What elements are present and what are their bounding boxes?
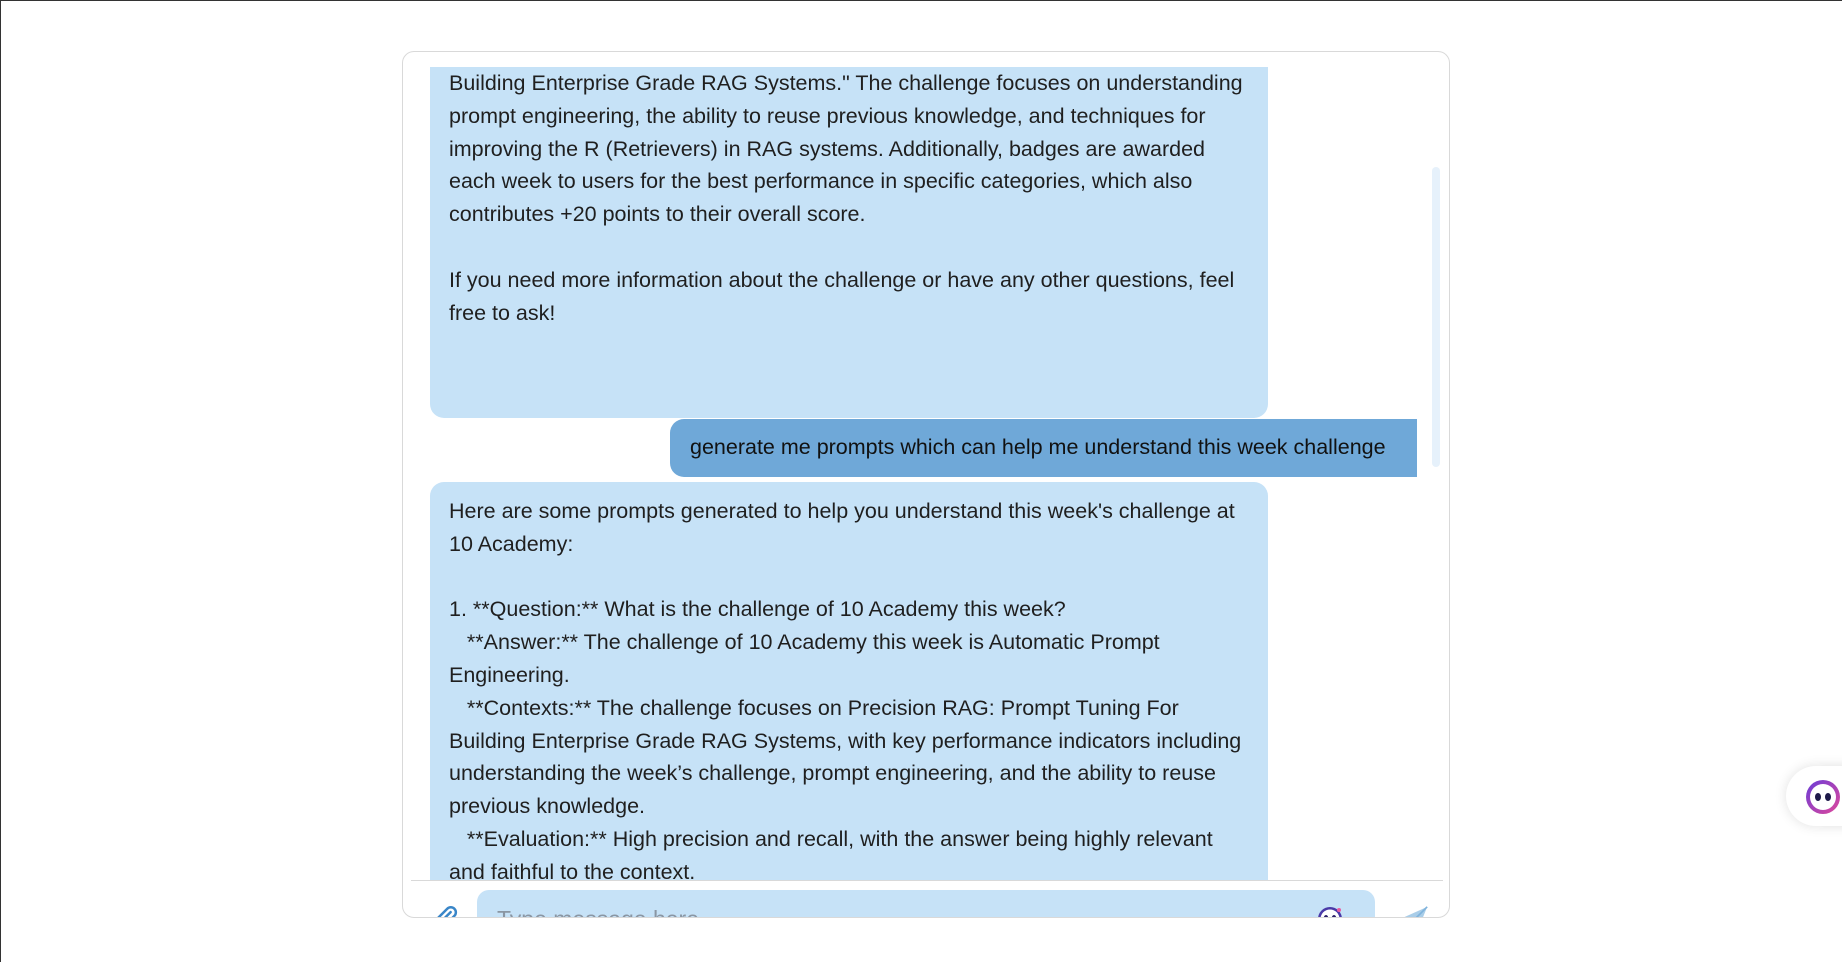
bot-message: Building Enterprise Grade RAG Systems." … [430, 67, 1268, 418]
paperclip-icon [437, 906, 458, 917]
bot-avatar-icon[interactable] [1314, 902, 1346, 918]
bot-avatar-icon [1806, 780, 1840, 814]
attach-button[interactable] [427, 901, 463, 917]
floating-chat-launcher[interactable] [1786, 766, 1842, 826]
send-icon [1404, 906, 1428, 917]
message-input[interactable] [497, 890, 1297, 917]
message-input-wrapper [477, 890, 1375, 918]
scrollbar[interactable] [1432, 167, 1440, 467]
user-message: generate me prompts which can help me un… [670, 419, 1417, 477]
composer-divider [411, 880, 1443, 881]
bot-message: Here are some prompts generated to help … [430, 482, 1268, 880]
send-button[interactable] [1393, 901, 1433, 917]
chat-window: Building Enterprise Grade RAG Systems." … [402, 51, 1450, 918]
message-list[interactable]: Building Enterprise Grade RAG Systems." … [403, 67, 1449, 880]
